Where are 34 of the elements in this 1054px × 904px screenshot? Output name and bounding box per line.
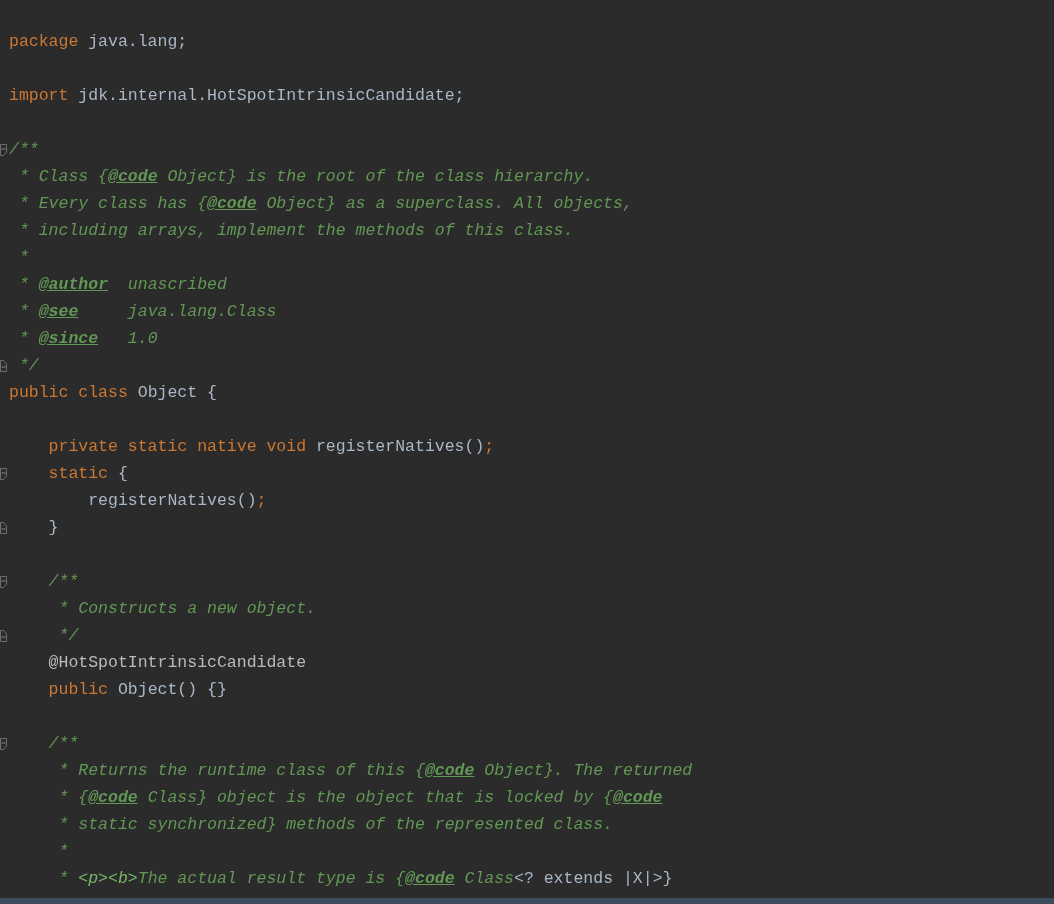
code-line: @HotSpotIntrinsicCandidate bbox=[47, 653, 307, 672]
code-line: * {@code Class} object is the object that is locked by {@code bbox=[57, 788, 663, 807]
code-line: * @see java.lang.Class bbox=[17, 302, 277, 321]
code-line: * @since 1.0 bbox=[17, 329, 158, 348]
fold-marker-icon[interactable] bbox=[0, 576, 8, 588]
code-line: } bbox=[47, 518, 59, 537]
code-line: */ bbox=[17, 356, 39, 375]
fold-marker-icon[interactable] bbox=[0, 144, 8, 156]
fold-marker-icon[interactable] bbox=[0, 630, 8, 642]
code-line: registerNatives(); bbox=[87, 491, 267, 510]
code-line: * static synchronized} methods of the represented class. bbox=[57, 815, 613, 834]
code-line: /** bbox=[47, 734, 79, 753]
code-line: * Constructs a new object. bbox=[57, 599, 316, 618]
code-line: public class Object { bbox=[9, 383, 217, 402]
code-line: * Class {@code Object} is the root of the class hierarchy. bbox=[17, 167, 594, 186]
code-line: static { bbox=[47, 464, 128, 483]
code-line: * Every class has {@code Object} as a superclass. All objects, bbox=[17, 194, 633, 213]
fold-marker-icon[interactable] bbox=[0, 468, 8, 480]
fold-marker-icon[interactable] bbox=[0, 522, 8, 534]
code-line: public Object() {} bbox=[47, 680, 227, 699]
code-line: * <p><b>The actual result type is {@code Class<? extends |X|>} bbox=[57, 869, 673, 888]
code-line: * Returns the runtime class of this {@code Object}. The returned bbox=[57, 761, 693, 780]
code-line: import jdk.internal.HotSpotIntrinsicCandidate; bbox=[9, 86, 465, 105]
code-line: * @author unascribed bbox=[17, 275, 227, 294]
code-line: package java.lang; bbox=[9, 32, 188, 51]
fold-marker-icon[interactable] bbox=[0, 360, 8, 372]
fold-marker-icon[interactable] bbox=[0, 738, 8, 750]
code-line: * bbox=[57, 842, 69, 861]
code-line: * including arrays, implement the methods of this class. bbox=[17, 221, 574, 240]
code-line: /** bbox=[9, 140, 39, 159]
code-line: /** bbox=[47, 572, 79, 591]
code-line: * bbox=[17, 248, 29, 267]
code-line: private static native void registerNatives(); bbox=[47, 437, 495, 456]
code-line: */ bbox=[57, 626, 79, 645]
